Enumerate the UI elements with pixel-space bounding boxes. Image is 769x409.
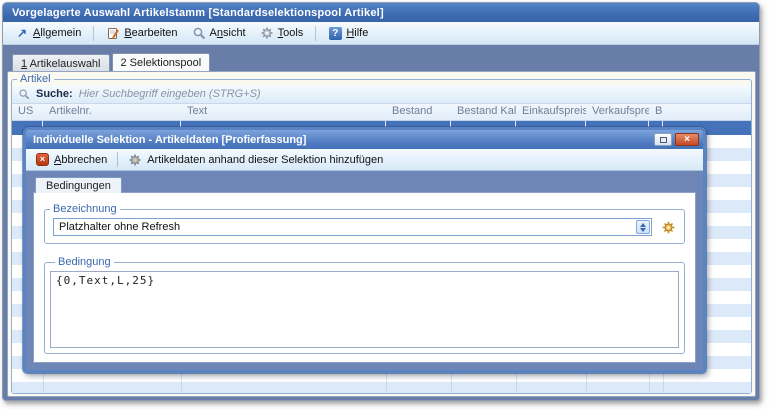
menu-bar: ↗ Allgemein Bearbeiten Ansicht T xyxy=(3,22,759,45)
bezeichnung-combobox[interactable]: Platzhalter ohne Refresh xyxy=(53,218,652,236)
search-input[interactable]: Hier Suchbegriff eingeben (STRG+S) xyxy=(79,88,261,100)
restore-button[interactable] xyxy=(654,133,672,146)
menu-label: Ansicht xyxy=(210,27,246,39)
page: Vorgelagerte Auswahl Artikelstamm [Stand… xyxy=(0,0,769,409)
column-header-us[interactable]: US xyxy=(12,104,43,120)
help-icon: ? xyxy=(328,26,342,40)
gear-stamp-icon xyxy=(128,153,142,167)
bedingung-textarea[interactable]: {0,Text,L,25} xyxy=(50,271,679,348)
cancel-x-icon: × xyxy=(36,153,49,166)
add-articles-label: Artikeldaten anhand dieser Selektion hin… xyxy=(147,154,383,166)
column-header-spacer xyxy=(663,104,751,120)
dialog-body: Bedingungen Bezeichnung Platzhalter ohne… xyxy=(26,171,703,370)
column-header-b[interactable]: B xyxy=(649,104,663,120)
cancel-button[interactable]: × Abbrechen xyxy=(31,151,112,168)
menu-item-hilfe[interactable]: ? Hilfe xyxy=(322,24,374,42)
spinner-down-icon xyxy=(640,228,646,232)
arrow-up-right-icon: ↗ xyxy=(15,26,29,40)
search-icon xyxy=(18,88,30,100)
spinner-up-icon xyxy=(640,223,646,227)
bedingung-groupbox: Bedingung {0,Text,L,25} xyxy=(44,256,685,354)
artikel-group-label: Artikel xyxy=(17,73,54,85)
column-header-text[interactable]: Text xyxy=(181,104,386,120)
column-header-einkaufspreis[interactable]: Einkaufspreis xyxy=(516,104,586,120)
column-header-bestand-kalk[interactable]: Bestand Kalk. xyxy=(451,104,516,120)
bedingungen-panel: Bezeichnung Platzhalter ohne Refresh xyxy=(33,192,696,363)
bedingung-group-label: Bedingung xyxy=(55,256,114,268)
search-bar[interactable]: Suche: Hier Suchbegriff eingeben (STRG+S… xyxy=(12,85,751,104)
menu-label: Bearbeiten xyxy=(124,27,177,39)
tab-artikelauswahl[interactable]: 1 Artikelauswahl xyxy=(12,54,110,71)
dialog-title: Individuelle Selektion - Artikeldaten [P… xyxy=(33,134,651,146)
magnifier-icon xyxy=(192,26,206,40)
menu-label: Hilfe xyxy=(346,27,368,39)
toolbar-separator xyxy=(117,152,118,167)
column-header-artikelnr[interactable]: Artikelnr. xyxy=(43,104,181,120)
menu-item-bearbeiten[interactable]: Bearbeiten xyxy=(100,24,183,42)
close-icon: × xyxy=(684,135,690,145)
menu-separator xyxy=(93,26,94,41)
cancel-label: Abbrechen xyxy=(54,154,107,166)
dialog-toolbar: × Abbrechen Artikeldaten anhand dieser S… xyxy=(26,149,703,171)
window-title: Vorgelagerte Auswahl Artikelstamm [Stand… xyxy=(12,7,384,19)
menu-item-tools[interactable]: Tools xyxy=(254,24,310,42)
gold-gear-button[interactable] xyxy=(661,220,676,235)
tab-selektionspool[interactable]: 2 Selektionspool xyxy=(112,53,211,71)
restore-icon xyxy=(660,137,667,143)
add-articles-button[interactable]: Artikeldaten anhand dieser Selektion hin… xyxy=(123,151,388,169)
table-header-row: US Artikelnr. Text Bestand Bestand Kalk.… xyxy=(12,104,751,121)
combobox-value: Platzhalter ohne Refresh xyxy=(59,221,180,233)
close-button[interactable]: × xyxy=(675,133,699,146)
menu-separator xyxy=(315,26,316,41)
tab-bedingungen[interactable]: Bedingungen xyxy=(35,177,122,193)
menu-label: Allgemein xyxy=(33,27,81,39)
combobox-spinner[interactable] xyxy=(636,220,650,234)
menu-item-ansicht[interactable]: Ansicht xyxy=(186,24,252,42)
column-header-verkaufspreis[interactable]: Verkaufspreis xyxy=(586,104,649,120)
tab-strip: 1 Artikelauswahl 2 Selektionspool xyxy=(12,54,210,71)
gear-icon xyxy=(260,26,274,40)
main-titlebar: Vorgelagerte Auswahl Artikelstamm [Stand… xyxy=(3,3,759,22)
menu-label: Tools xyxy=(278,27,304,39)
bezeichnung-groupbox: Bezeichnung Platzhalter ohne Refresh xyxy=(44,203,685,244)
bezeichnung-group-label: Bezeichnung xyxy=(50,203,120,215)
main-window: Vorgelagerte Auswahl Artikelstamm [Stand… xyxy=(2,2,760,401)
menu-item-allgemein[interactable]: ↗ Allgemein xyxy=(9,24,87,42)
search-label: Suche: xyxy=(36,88,73,100)
column-header-bestand[interactable]: Bestand xyxy=(386,104,451,120)
dialog-titlebar: Individuelle Selektion - Artikeldaten [P… xyxy=(26,130,703,149)
edit-notepad-icon xyxy=(106,26,120,40)
individuelle-selektion-dialog: Individuelle Selektion - Artikeldaten [P… xyxy=(23,127,706,373)
